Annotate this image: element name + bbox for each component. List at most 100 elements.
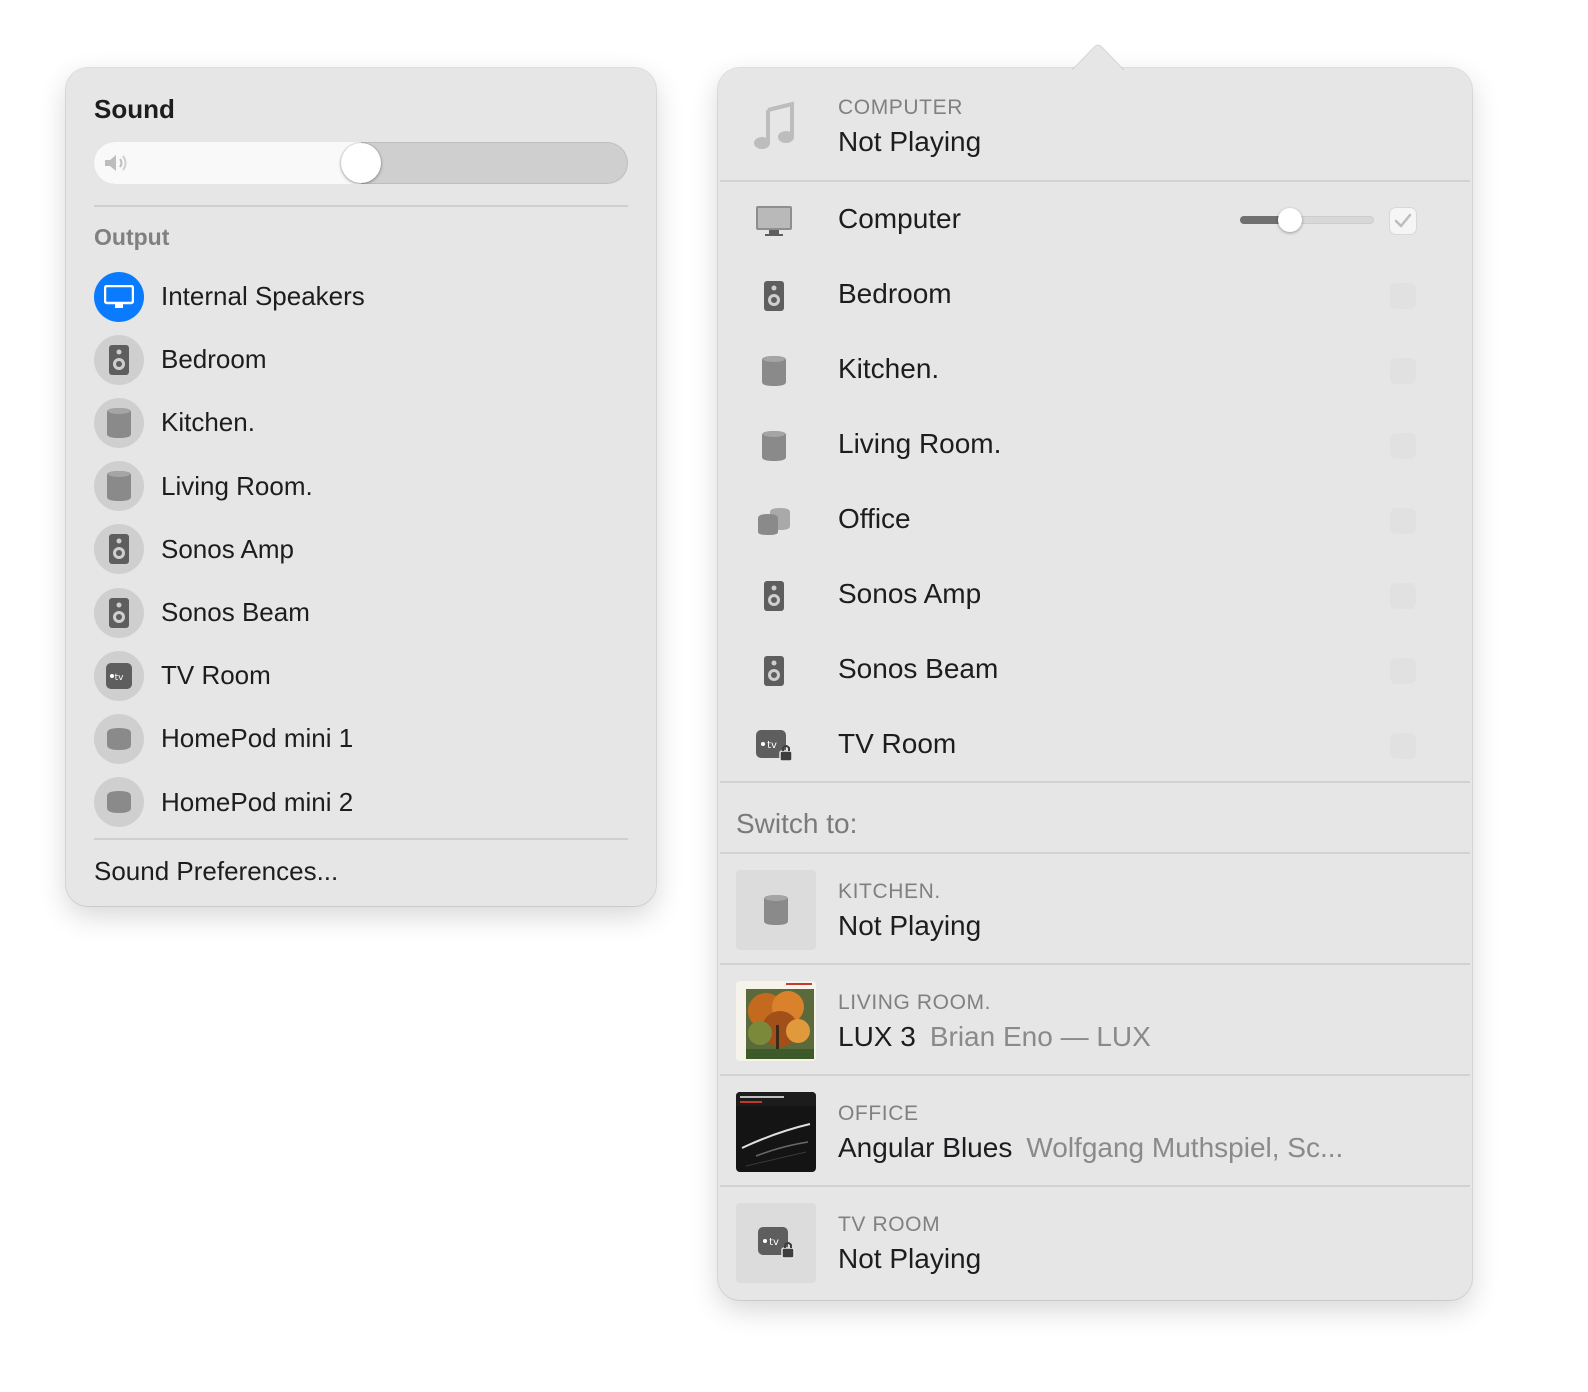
divider xyxy=(720,1185,1470,1187)
device-volume-slider[interactable] xyxy=(1240,208,1374,232)
device-checkbox[interactable] xyxy=(1390,283,1416,309)
output-item-label: Kitchen. xyxy=(161,407,255,438)
device-checkbox[interactable] xyxy=(1390,583,1416,609)
output-item-label: Internal Speakers xyxy=(161,281,365,312)
airplay-device-label: Computer xyxy=(838,203,961,234)
homepod-icon xyxy=(754,426,794,466)
switch-to-caption: TV ROOM xyxy=(838,1213,941,1236)
sound-title: Sound xyxy=(94,94,175,124)
speaker-icon xyxy=(94,334,144,385)
output-list: Internal Speakers Bedroom Kitchen. Living R… xyxy=(94,265,628,834)
device-checkbox[interactable] xyxy=(1390,733,1416,759)
sound-menu: Sound Output Internal Speakers Bedroom Kit… xyxy=(66,68,656,906)
output-item-tv-room[interactable]: tv TV Room xyxy=(94,644,628,707)
album-art-angular-blues xyxy=(736,1092,816,1172)
homepod-mini-icon xyxy=(94,713,144,764)
display-icon xyxy=(94,271,144,322)
airplay-device-label: Kitchen. xyxy=(838,353,940,384)
output-item-internal-speakers[interactable]: Internal Speakers xyxy=(94,265,628,328)
switch-to-subtitle: Wolfgang Muthspiel, Sc... xyxy=(1026,1132,1344,1163)
homepod-pair-icon xyxy=(754,501,794,541)
apple-tv-lock-icon: tv xyxy=(736,1203,816,1283)
airplay-device-label: Sonos Amp xyxy=(838,578,982,609)
homepod-icon xyxy=(736,870,816,950)
output-item-label: TV Room xyxy=(161,660,271,691)
output-item-sonos-amp[interactable]: Sonos Amp xyxy=(94,518,628,581)
divider xyxy=(720,781,1470,783)
switch-to-subtitle: Brian Eno — LUX xyxy=(929,1021,1151,1052)
device-checkbox[interactable] xyxy=(1390,433,1416,459)
airplay-device-label: Bedroom xyxy=(838,278,952,309)
output-item-sonos-beam[interactable]: Sonos Beam xyxy=(94,581,628,644)
output-item-label: Living Room. xyxy=(161,470,313,501)
output-item-label: Sonos Beam xyxy=(161,597,310,628)
volume-slider-fill xyxy=(94,142,361,184)
switch-to-title: Angular Blues xyxy=(838,1132,1013,1163)
airplay-device-tv-room[interactable]: tv TV Room xyxy=(718,708,1472,783)
device-checkbox[interactable] xyxy=(1390,658,1416,684)
speaker-icon xyxy=(754,651,794,691)
speaker-icon xyxy=(94,587,144,638)
volume-slider-knob[interactable] xyxy=(341,143,381,183)
homepod-icon xyxy=(94,397,144,448)
apple-tv-icon: tv xyxy=(94,650,144,701)
switch-to-office[interactable]: OFFICE Angular Blues Wolfgang Muthspiel, S… xyxy=(736,1092,1452,1172)
popover-arrow xyxy=(1072,44,1124,70)
output-item-label: Bedroom xyxy=(161,344,267,375)
airplay-device-computer[interactable]: Computer xyxy=(718,183,1472,258)
output-item-living-room[interactable]: Living Room. xyxy=(94,455,628,518)
airplay-device-office[interactable]: Office xyxy=(718,483,1472,558)
output-item-bedroom[interactable]: Bedroom xyxy=(94,328,628,391)
speaker-icon xyxy=(94,524,144,575)
speaker-icon xyxy=(754,576,794,616)
switch-to-caption: KITCHEN. xyxy=(838,880,941,903)
output-heading: Output xyxy=(94,224,170,250)
svg-text:tv: tv xyxy=(769,1237,779,1248)
homepod-icon xyxy=(94,461,144,512)
device-checkbox[interactable] xyxy=(1390,358,1416,384)
airplay-device-label: TV Room xyxy=(838,728,957,759)
now-playing-title: Not Playing xyxy=(838,126,982,157)
divider xyxy=(720,1074,1470,1076)
device-checkbox[interactable] xyxy=(1390,508,1416,534)
now-playing-caption: COMPUTER xyxy=(838,96,963,119)
divider xyxy=(720,180,1470,182)
output-item-label: HomePod mini 2 xyxy=(161,786,354,817)
airplay-audio-menu: COMPUTER Not Playing Computer Bedroom Kitc… xyxy=(718,44,1472,1300)
volume-slider[interactable] xyxy=(94,142,628,184)
now-playing-computer[interactable]: COMPUTER Not Playing xyxy=(736,86,1452,166)
output-item-label: HomePod mini 1 xyxy=(161,723,354,754)
svg-text:tv: tv xyxy=(115,673,125,683)
svg-text:tv: tv xyxy=(767,740,777,751)
divider xyxy=(94,205,628,207)
switch-to-title: LUX 3 xyxy=(838,1021,916,1052)
switch-to-title: Not Playing xyxy=(838,1243,982,1274)
sound-preferences-item[interactable]: Sound Preferences... xyxy=(94,856,338,887)
airplay-device-living-room[interactable]: Living Room. xyxy=(718,408,1472,483)
airplay-device-sonos-beam[interactable]: Sonos Beam xyxy=(718,633,1472,708)
album-art-lux xyxy=(736,981,816,1061)
output-item-homepod-mini-1[interactable]: HomePod mini 1 xyxy=(94,707,628,770)
switch-to-living-room[interactable]: LIVING ROOM. LUX 3 Brian Eno — LUX xyxy=(736,981,1452,1061)
divider xyxy=(720,963,1470,965)
switch-to-caption: LIVING ROOM. xyxy=(838,991,992,1014)
output-item-kitchen[interactable]: Kitchen. xyxy=(94,391,628,454)
divider xyxy=(94,838,628,840)
apple-tv-lock-icon: tv xyxy=(754,726,794,766)
airplay-device-label: Office xyxy=(838,503,911,534)
divider xyxy=(720,852,1470,854)
device-checkbox[interactable] xyxy=(1390,208,1416,234)
switch-to-title: Not Playing xyxy=(838,910,982,941)
output-item-homepod-mini-2[interactable]: HomePod mini 2 xyxy=(94,771,628,834)
airplay-device-label: Sonos Beam xyxy=(838,653,999,684)
switch-to-caption: OFFICE xyxy=(838,1102,919,1125)
speaker-volume-icon xyxy=(105,155,127,171)
airplay-device-sonos-amp[interactable]: Sonos Amp xyxy=(718,558,1472,633)
homepod-icon xyxy=(754,351,794,391)
output-item-label: Sonos Amp xyxy=(161,533,294,564)
airplay-device-kitchen[interactable]: Kitchen. xyxy=(718,333,1472,408)
airplay-device-bedroom[interactable]: Bedroom xyxy=(718,258,1472,333)
device-volume-knob[interactable] xyxy=(1278,208,1302,232)
switch-to-tv-room[interactable]: tv TV ROOM Not Playing xyxy=(736,1203,1452,1283)
switch-to-kitchen[interactable]: KITCHEN. Not Playing xyxy=(736,870,1452,950)
